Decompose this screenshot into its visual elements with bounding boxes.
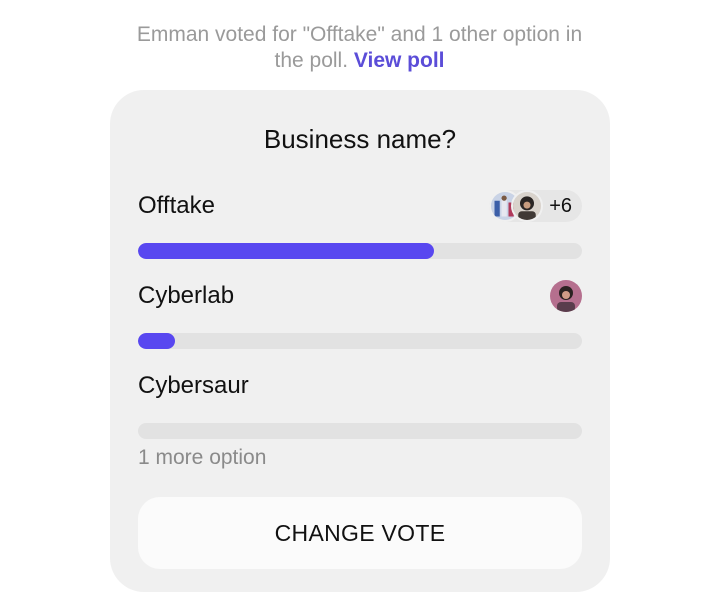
poll-option-cybersaur[interactable]: Cybersaur (138, 370, 582, 442)
poll-card: Business name? Offtake +6 Cyberlab Cyber… (110, 90, 610, 592)
user-avatar-icon (550, 280, 582, 312)
option-label: Offtake (138, 192, 215, 219)
progress-track (138, 333, 582, 349)
progress-track (138, 243, 582, 259)
option-label: Cyberlab (138, 282, 235, 309)
user-avatar-icon (511, 190, 544, 222)
poll-option-offtake[interactable]: Offtake +6 (138, 190, 582, 262)
change-vote-button[interactable]: CHANGE VOTE (138, 497, 582, 569)
vote-notice: Emman voted for "Offtake" and 1 other op… (0, 22, 719, 74)
voter-count: +6 (549, 194, 572, 217)
view-poll-link[interactable]: View poll (354, 49, 445, 72)
vote-notice-line1: Emman voted for "Offtake" and 1 other op… (136, 23, 583, 46)
option-label: Cybersaur (138, 372, 249, 399)
option-voters[interactable]: +6 (489, 190, 582, 222)
more-options-link[interactable]: 1 more option (138, 446, 266, 470)
poll-option-cyberlab[interactable]: Cyberlab (138, 280, 582, 352)
progress-track (138, 423, 582, 439)
option-voters[interactable] (550, 280, 582, 312)
progress-fill (138, 243, 435, 259)
progress-fill (138, 333, 175, 349)
poll-title: Business name? (263, 124, 457, 154)
vote-notice-line2: the poll. (274, 49, 354, 72)
